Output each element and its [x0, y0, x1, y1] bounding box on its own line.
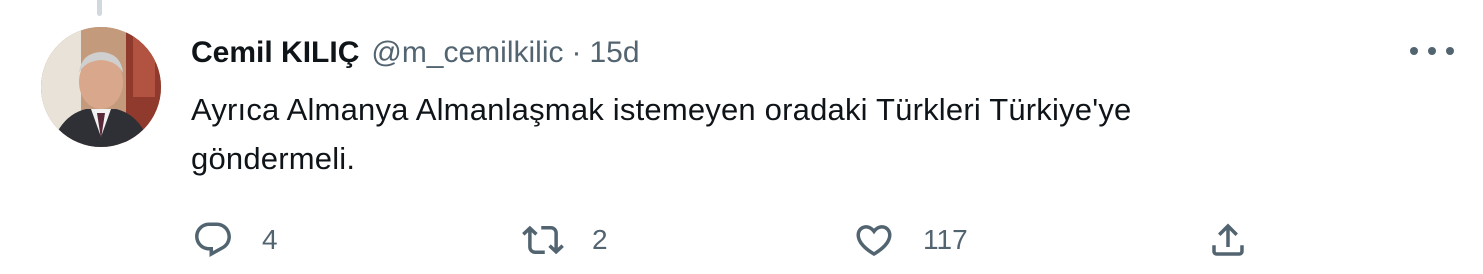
- more-dot: [1428, 47, 1436, 55]
- reply-count: 4: [262, 224, 278, 255]
- like-count: 117: [923, 224, 968, 255]
- retweet-icon: [522, 225, 564, 255]
- heart-icon: [856, 225, 892, 257]
- avatar-image: [41, 27, 161, 147]
- thread-connector-line: [97, 0, 102, 16]
- header-separator: ·: [571, 36, 582, 69]
- tweet-text: Ayrıca Almanya Almanlaşmak istemeyen ora…: [191, 85, 1421, 183]
- tweet-actions: 4 2 117: [0, 215, 1483, 265]
- like-button[interactable]: 117: [853, 215, 968, 265]
- more-dot: [1410, 47, 1418, 55]
- reply-button[interactable]: 4: [192, 215, 278, 265]
- more-dot: [1446, 47, 1454, 55]
- tweet-timestamp[interactable]: 15d: [590, 36, 640, 70]
- tweet-text-line: göndermeli.: [191, 141, 356, 176]
- retweet-button[interactable]: 2: [522, 215, 608, 265]
- avatar[interactable]: [41, 27, 161, 147]
- retweet-count: 2: [592, 224, 608, 255]
- more-horizontal-icon[interactable]: [1410, 36, 1454, 66]
- author-name[interactable]: Cemil KILIÇ: [191, 36, 359, 70]
- share-button[interactable]: [1207, 215, 1249, 265]
- reply-icon: [195, 222, 231, 257]
- share-icon: [1212, 223, 1244, 256]
- tweet-header: Cemil KILIÇ @m_cemilkilic · 15d: [191, 30, 640, 76]
- author-handle[interactable]: @m_cemilkilic: [371, 36, 563, 70]
- tweet-text-line: Ayrıca Almanya Almanlaşmak istemeyen ora…: [191, 92, 1132, 127]
